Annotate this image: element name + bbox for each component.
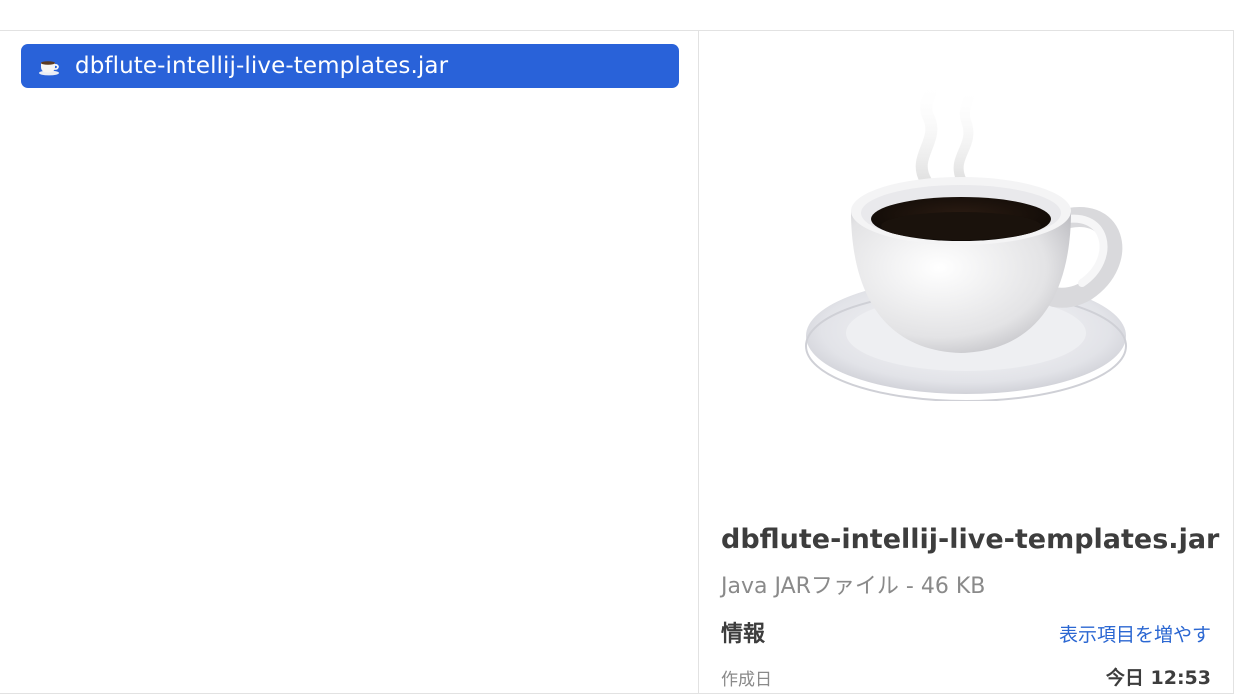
coffee-cup-icon bbox=[37, 54, 63, 78]
created-date-label: 作成日 bbox=[721, 670, 772, 690]
preview-pane: dbflute-intellij-live-templates.jar Java… bbox=[700, 31, 1234, 693]
file-list-pane[interactable]: dbflute-intellij-live-templates.jar bbox=[0, 31, 699, 693]
info-section-heading: 情報 bbox=[721, 622, 766, 647]
finder-window: dbflute-intellij-live-templates.jar dbfl… bbox=[0, 30, 1234, 694]
preview-file-name: dbflute-intellij-live-templates.jar bbox=[721, 524, 1220, 555]
show-more-link[interactable]: 表示項目を増やす bbox=[1059, 620, 1211, 647]
created-date-value: 今日 12:53 bbox=[1105, 667, 1211, 689]
preview-file-kind-size: Java JARファイル - 46 KB bbox=[721, 574, 986, 599]
coffee-cup-icon bbox=[796, 61, 1136, 402]
file-list-item-selected[interactable]: dbflute-intellij-live-templates.jar bbox=[21, 44, 679, 88]
file-name-label: dbflute-intellij-live-templates.jar bbox=[75, 53, 449, 79]
